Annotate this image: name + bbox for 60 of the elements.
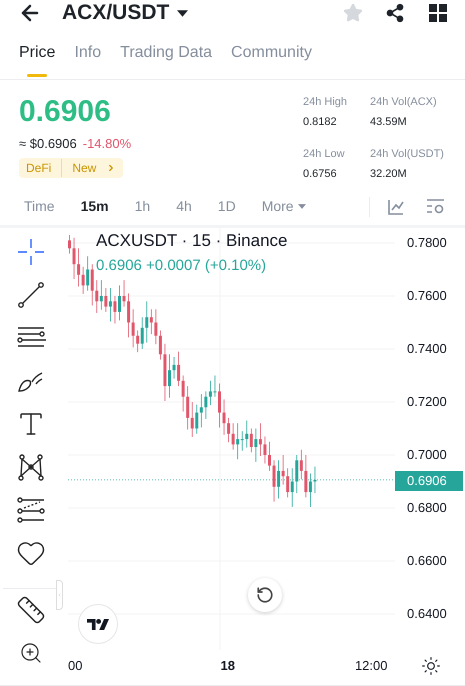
interval-tab[interactable]: More [262,196,306,217]
pair-selector[interactable]: ACX/USDT [62,0,188,29]
stat-value: 43.59M [370,114,408,130]
collapse-handle[interactable] [56,580,63,610]
caret-icon [177,10,188,16]
share-icon[interactable] [385,3,405,23]
interval-tab[interactable]: Time [24,196,55,217]
stat-value: 0.6756 [303,166,338,182]
crosshair-icon[interactable] [16,236,46,266]
usd-price: ≈ $0.6906 [19,135,77,153]
last-price: 0.6906 [19,94,112,130]
stat-value: 32.20M [370,166,408,182]
last-price-badge: 0.6906 [395,471,463,491]
price-axis-label: 0.6600 [407,552,448,570]
stat-value: 0.8182 [303,114,338,130]
stat-label: 24h High [303,95,348,110]
stat-label: 24h Vol(ACX) [370,95,438,110]
price-change: -14.80% [82,135,132,153]
time-axis-label: 18 [220,657,235,676]
price-axis-label: 0.7000 [407,446,448,464]
price-axis-label: 0.7800 [407,234,448,252]
settings-icon[interactable] [421,656,441,676]
stat-label: 24h Low [303,147,346,162]
grid-icon[interactable] [429,4,447,22]
chart-quote: 0.6906 +0.0007 (+0.10%) [96,256,268,276]
candle [118,285,121,321]
time-axis-label: 12:00 [354,657,388,676]
pattern-icon[interactable] [16,452,46,482]
stat-label: 24h Vol(USDT) [370,147,445,162]
interval-tab[interactable]: 4h [176,196,192,217]
tab[interactable]: Community [231,41,312,79]
trend-line-icon[interactable] [16,280,46,310]
chart-legend: ACXUSDT · 15 · Binance [96,228,288,254]
tab[interactable]: Trading Data [120,41,212,79]
reset-icon [256,586,274,604]
candle [68,234,71,254]
indicator-chart-icon[interactable] [388,198,404,214]
favorite-star-icon[interactable] [343,3,363,23]
interval-tab[interactable]: 15m [80,196,109,217]
price-axis-label: 0.7600 [407,287,448,305]
candle [168,354,171,398]
interval-tab[interactable]: 1D [218,196,236,217]
chart-settings-icon[interactable] [426,198,445,215]
reset-button[interactable] [248,578,282,612]
ruler-icon[interactable] [16,595,46,625]
candle [218,383,221,428]
forecast-lines-icon[interactable] [16,494,46,524]
time-axis-label: 00 [68,657,82,676]
tab[interactable]: Price [19,41,56,79]
price-axis-label: 0.7400 [407,340,448,358]
zoom-in-icon[interactable] [19,640,43,664]
caret-icon [298,204,306,209]
tag-chip[interactable]: DeFi New [19,158,124,178]
price-axis-label: 0.6800 [407,499,448,517]
interval-tab[interactable]: 1h [134,196,150,217]
tradingview-logo[interactable] [78,604,118,644]
candle [268,441,271,472]
price-axis-label: 0.6400 [407,605,448,623]
price-axis-label: 0.7200 [407,393,448,411]
tab[interactable]: Info [74,41,102,79]
